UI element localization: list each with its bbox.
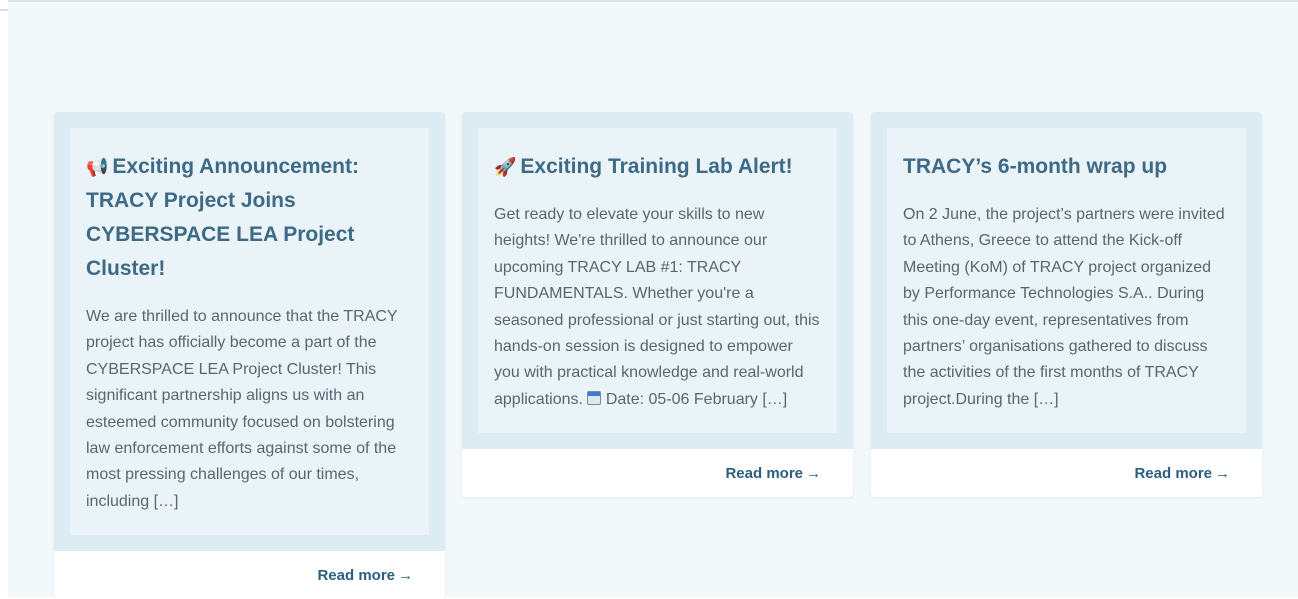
read-more-label: Read more	[1134, 464, 1212, 482]
rocket-icon: 🚀	[494, 157, 517, 177]
news-card: TRACY’s 6-month wrap up On 2 June, the p…	[871, 112, 1262, 498]
read-more-label: Read more	[317, 566, 395, 584]
card-footer: Read more →	[462, 449, 853, 498]
read-more-link[interactable]: Read more →	[725, 465, 821, 482]
arrow-right-icon: →	[1215, 464, 1230, 482]
news-card: 🚀 Exciting Training Lab Alert! Get ready …	[462, 112, 853, 498]
read-more-link[interactable]: Read more →	[1134, 465, 1230, 482]
card-excerpt: We are thrilled to announce that the TRA…	[86, 308, 398, 510]
card-content: 🚀 Exciting Training Lab Alert! Get ready …	[478, 128, 837, 434]
read-more-link[interactable]: Read more →	[317, 567, 413, 584]
arrow-right-icon: →	[806, 464, 821, 482]
card-title[interactable]: 🚀 Exciting Training Lab Alert!	[494, 150, 821, 184]
news-section: 📢 Exciting Announcement: TRACY Project Jo…	[8, 0, 1298, 599]
calendar-icon	[587, 390, 602, 405]
card-title-text[interactable]: TRACY’s 6-month wrap up	[903, 155, 1167, 178]
megaphone-icon: 📢	[86, 157, 109, 177]
card-excerpt-part: Get ready to elevate your skills to new …	[494, 206, 820, 408]
card-title[interactable]: TRACY’s 6-month wrap up	[903, 150, 1230, 184]
card-title-text[interactable]: Exciting Training Lab Alert!	[520, 155, 792, 178]
card-content: 📢 Exciting Announcement: TRACY Project Jo…	[70, 128, 429, 536]
arrow-right-icon: →	[398, 566, 413, 584]
card-excerpt: Get ready to elevate your skills to new …	[494, 202, 821, 413]
card-title[interactable]: 📢 Exciting Announcement: TRACY Project Jo…	[86, 150, 413, 286]
card-footer: Read more →	[871, 449, 1262, 498]
card-excerpt: On 2 June, the project’s partners were i…	[903, 206, 1225, 408]
card-title-text[interactable]: Exciting Announcement: TRACY Project Joi…	[86, 155, 359, 280]
news-card: 📢 Exciting Announcement: TRACY Project Jo…	[54, 112, 445, 599]
card-content: TRACY’s 6-month wrap up On 2 June, the p…	[887, 128, 1246, 434]
card-footer: Read more →	[54, 551, 445, 599]
card-excerpt-part: Date: 05-06 February […]	[601, 390, 788, 408]
read-more-label: Read more	[725, 464, 803, 482]
